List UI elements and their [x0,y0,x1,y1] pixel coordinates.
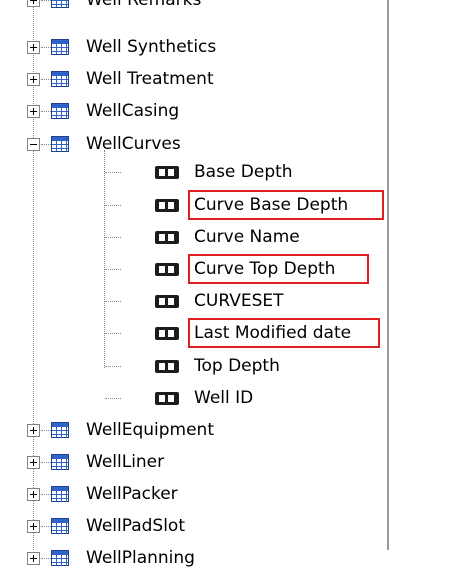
field-row-well-id[interactable]: Well ID [0,382,380,414]
expand-plus-icon[interactable] [27,456,40,469]
field-label: Curve Base Depth [194,195,349,215]
collapse-minus-icon[interactable] [27,138,40,151]
field-icon [155,392,179,405]
expand-plus-icon[interactable] [27,424,40,437]
field-label: Curve Top Depth [194,259,336,279]
expand-plus-icon[interactable] [27,520,40,533]
tree-branch-line [105,237,121,238]
table-icon [51,486,69,502]
tree-branch-line [41,111,51,112]
tree-item-label: Well Synthetics [86,37,217,57]
tree-branch-line [41,494,51,495]
expand-plus-icon[interactable] [27,73,40,86]
field-row-curve-top-depth[interactable]: Curve Top Depth [0,253,380,285]
tree-item-label: WellPlanning [86,548,195,568]
tree-branch-line [105,366,121,367]
tree-item-label: Well Remarks [86,0,202,10]
tree-row-well-treatment[interactable]: Well Treatment [0,63,380,95]
tree-branch-line [105,205,121,206]
field-row-base-depth[interactable]: Base Depth [0,156,380,188]
table-icon [51,71,69,87]
tree-item-label: Well Treatment [86,69,214,89]
table-icon [51,454,69,470]
tree-item-label: WellLiner [86,452,165,472]
tree-branch-line [41,79,51,80]
expand-plus-icon[interactable] [27,105,40,118]
field-row-curve-base-depth[interactable]: Curve Base Depth [0,189,384,221]
expand-plus-icon[interactable] [27,488,40,501]
field-icon [155,231,179,244]
field-icon [155,263,179,276]
field-icon [155,166,179,179]
table-icon [51,136,69,152]
tree-branch-line [105,333,121,334]
expand-plus-icon[interactable] [27,0,40,7]
tree-row-wellequipment[interactable]: WellEquipment [0,414,380,446]
field-label: CURVESET [194,291,284,311]
field-row-curve-name[interactable]: Curve Name [0,221,380,253]
tree-item-label: WellPacker [86,484,178,504]
tree-branch-line [41,430,51,431]
tree-item-label: WellCurves [86,134,181,154]
tree-right-border [387,0,389,550]
expand-plus-icon[interactable] [27,552,40,565]
tree-branch-line [41,0,51,1]
tree-branch-line [105,398,121,399]
tree-row-well-remarks[interactable]: Well Remarks [0,0,380,16]
field-icon [155,360,179,373]
table-icon [51,550,69,566]
tree-row-wellliner[interactable]: WellLiner [0,446,380,478]
tree-branch-line [41,462,51,463]
field-row-last-modified-date[interactable]: Last Modified date [0,317,380,349]
field-label: Last Modified date [194,323,352,343]
table-icon [51,103,69,119]
tree-branch-line [41,558,51,559]
tree-item-label: WellCasing [86,101,180,121]
field-row-curveset[interactable]: CURVESET [0,285,380,317]
tree-item-label: WellPadSlot [86,516,185,536]
tree-row-wellpadslot[interactable]: WellPadSlot [0,510,380,542]
tree-row-wellcasing[interactable]: WellCasing [0,95,380,127]
field-icon [155,327,179,340]
tree-branch-line [41,526,51,527]
tree-branch-line [105,301,121,302]
expand-plus-icon[interactable] [27,41,40,54]
tree-row-wellplanning[interactable]: WellPlanning [0,542,380,574]
tree-branch-line [105,172,121,173]
field-label: Well ID [194,388,254,408]
field-row-top-depth[interactable]: Top Depth [0,350,380,382]
tree-branch-line [41,144,51,145]
table-icon [51,39,69,55]
tree-branch-line [41,47,51,48]
tree-branch-line [105,269,121,270]
field-label: Curve Name [194,227,300,247]
field-label: Base Depth [194,162,293,182]
tree-view: Well Remarks Well Synthetics Well Treatm… [0,0,465,568]
tree-item-label: WellEquipment [86,420,214,440]
table-icon [51,518,69,534]
tree-row-wellpacker[interactable]: WellPacker [0,478,380,510]
field-icon [155,295,179,308]
field-label: Top Depth [194,356,280,376]
table-icon [51,0,69,8]
field-icon [155,199,179,212]
table-icon [51,422,69,438]
tree-row-well-synthetics[interactable]: Well Synthetics [0,31,380,63]
